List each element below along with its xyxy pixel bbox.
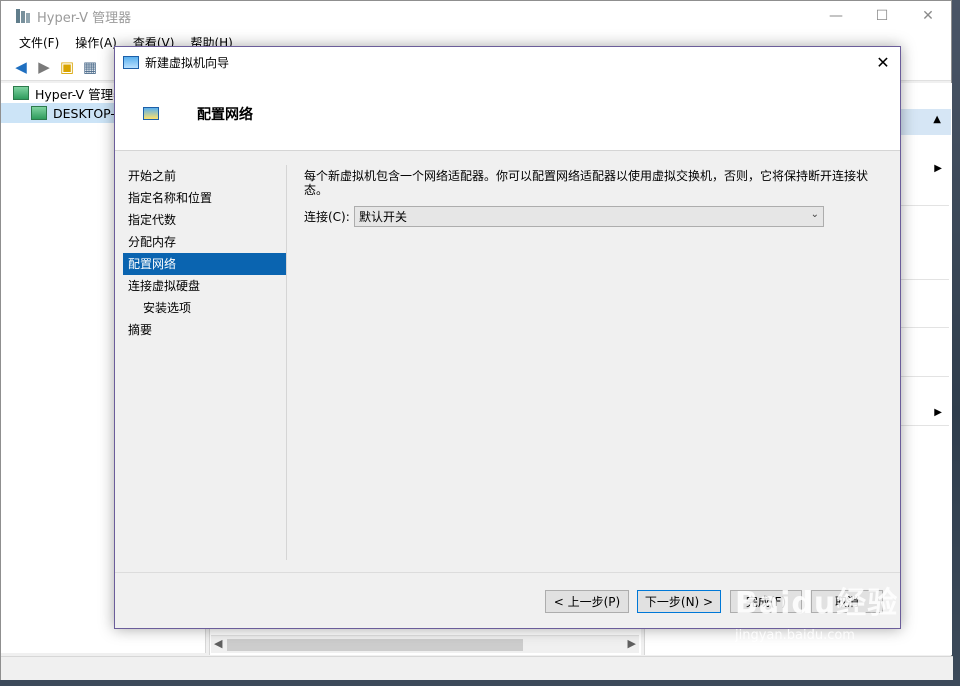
step-before-you-begin[interactable]: 开始之前 (123, 165, 286, 187)
forward-arrow-icon[interactable]: ▶ (34, 57, 54, 77)
hyperv-app-icon (15, 8, 31, 24)
divider (115, 572, 900, 573)
step-networking[interactable]: 配置网络 (123, 253, 286, 275)
step-memory[interactable]: 分配内存 (123, 231, 286, 253)
wizard-title-bar: 新建虚拟机向导 (115, 47, 900, 77)
back-arrow-icon[interactable]: ◀ (11, 57, 31, 77)
step-virtual-hard-disk[interactable]: 连接虚拟硬盘 (123, 275, 286, 297)
chevron-down-icon[interactable]: ⌄ (811, 209, 819, 220)
collapse-up-icon[interactable]: ▲ (933, 114, 941, 125)
step-installation-options[interactable]: 安装选项 (123, 297, 286, 319)
maximize-button[interactable]: ☐ (859, 1, 905, 31)
host-computer-icon (31, 106, 47, 120)
connection-select[interactable]: 默认开关 ⌄ (354, 206, 824, 227)
baidu-logo: Baidu经验 (735, 586, 899, 621)
connection-selected-value: 默认开关 (359, 210, 408, 224)
divider (899, 279, 949, 280)
submenu-arrow-icon[interactable]: ▶ (934, 407, 942, 418)
submenu-arrow-icon[interactable]: ▶ (934, 163, 942, 174)
main-window-title: Hyper-V 管理器 (37, 10, 132, 26)
connection-label: 连接(C): (304, 210, 350, 224)
hyperv-server-icon (13, 86, 29, 100)
divider (899, 327, 949, 328)
divider (899, 205, 949, 206)
wizard-monitor-icon (123, 55, 139, 69)
menu-file[interactable]: 文件(F) (11, 34, 67, 51)
divider (286, 165, 287, 560)
horizontal-scrollbar[interactable]: ◀ ▶ (211, 635, 639, 653)
wizard-steps: 开始之前 指定名称和位置 指定代数 分配内存 配置网络 连接虚拟硬盘 安装选项 … (123, 165, 286, 341)
network-config-icon (143, 107, 159, 120)
wizard-title: 新建虚拟机向导 (145, 55, 230, 70)
wizard-header: 配置网络 (115, 77, 900, 151)
next-button[interactable]: 下一步(N) > (637, 590, 721, 613)
divider (899, 376, 949, 377)
scroll-left-icon[interactable]: ◀ (214, 637, 222, 650)
step-summary[interactable]: 摘要 (123, 319, 286, 341)
new-vm-wizard-dialog: 新建虚拟机向导 ✕ 配置网络 开始之前 指定名称和位置 指定代数 分配内存 配置… (114, 46, 901, 629)
close-button[interactable]: ✕ (905, 1, 951, 31)
step-generation[interactable]: 指定代数 (123, 209, 286, 231)
wizard-content: 每个新虚拟机包含一个网络适配器。你可以配置网络适配器以使用虚拟交换机，否则，它将… (304, 169, 884, 227)
show-hide-tree-icon[interactable]: ▦ (80, 57, 100, 77)
wizard-close-button[interactable]: ✕ (866, 47, 900, 77)
baidu-watermark: Baidu经验 jingyan.baidu.com (735, 578, 935, 668)
main-title-bar: Hyper-V 管理器 (1, 1, 951, 31)
minimize-button[interactable]: — (813, 1, 859, 31)
step-name-location[interactable]: 指定名称和位置 (123, 187, 286, 209)
divider (899, 425, 949, 426)
watermark-url: jingyan.baidu.com (735, 628, 855, 643)
scroll-right-icon[interactable]: ▶ (628, 637, 636, 650)
up-folder-icon[interactable]: ▣ (57, 57, 77, 77)
scrollbar-thumb[interactable] (227, 639, 523, 651)
network-description: 每个新虚拟机包含一个网络适配器。你可以配置网络适配器以使用虚拟交换机，否则，它将… (304, 169, 869, 197)
previous-button[interactable]: < 上一步(P) (545, 590, 629, 613)
wizard-page-title: 配置网络 (197, 106, 253, 123)
